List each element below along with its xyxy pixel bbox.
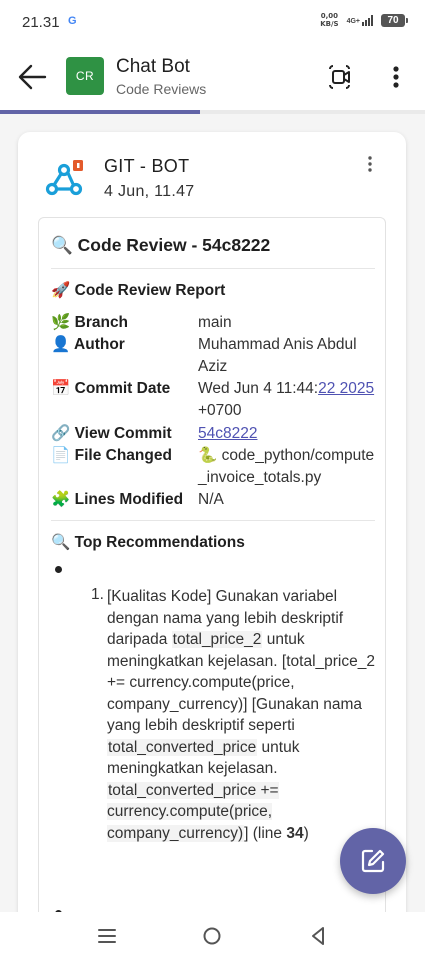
code-review-card: 🔍 Code Review - 54c8222 🚀 Code Review Re… xyxy=(38,217,386,932)
calendar-emoji-icon: 📅 xyxy=(51,380,71,397)
network-speed: 0,00 KB/S xyxy=(320,12,338,28)
report-heading-text: Code Review Report xyxy=(74,282,226,299)
google-icon: G xyxy=(68,15,77,27)
compose-icon xyxy=(361,849,385,873)
back-triangle-icon xyxy=(312,927,324,945)
chat-title[interactable]: Chat Bot xyxy=(116,56,190,78)
commit-date-label: 📅 Commit Date xyxy=(51,379,170,398)
video-call-button[interactable] xyxy=(326,63,356,91)
divider xyxy=(51,268,375,269)
video-call-icon xyxy=(329,65,350,89)
chat-subtitle: Code Reviews xyxy=(116,81,207,97)
line-number: 34 xyxy=(286,824,304,842)
battery-icon: 70 xyxy=(381,13,408,27)
webhook-bot-icon xyxy=(44,160,84,198)
message-card: GIT - BOT 4 Jun, 11.47 🔍 Code Review - 5… xyxy=(18,132,406,932)
lines-modified-label: 🧩 Lines Modified xyxy=(51,490,183,509)
person-emoji-icon: 👤 xyxy=(51,336,71,353)
commit-date-link[interactable]: 22 2025 xyxy=(318,380,374,397)
network-speed-value: 0,00 xyxy=(320,12,339,20)
home-button[interactable] xyxy=(198,922,226,950)
herb-emoji-icon: 🌿 xyxy=(51,314,71,331)
recent-apps-icon xyxy=(98,929,116,943)
inline-code: total_price_2 xyxy=(171,631,263,648)
recent-apps-button[interactable] xyxy=(93,922,121,950)
message-more-button[interactable] xyxy=(362,154,378,174)
recommendation-text: [Kualitas Kode] Gunakan variabel dengan … xyxy=(107,586,375,844)
network-speed-unit: KB/S xyxy=(320,20,339,28)
status-bar: 21.31 G 0,00 KB/S 4G+ 70 xyxy=(0,0,425,44)
message-time: 4 Jun, 11.47 xyxy=(104,183,195,200)
commit-date-value: Wed Jun 4 11:44:22 2025 +0700 xyxy=(198,378,376,422)
commit-date-prefix: Wed Jun 4 11:44: xyxy=(198,380,319,397)
commit-date-suffix: +0700 xyxy=(198,402,242,419)
compose-button[interactable] xyxy=(340,828,406,894)
rec-text-part: ] (line xyxy=(244,824,287,842)
system-nav-bar xyxy=(0,912,425,960)
link-emoji-icon: 🔗 xyxy=(51,425,71,442)
divider xyxy=(51,520,375,521)
more-options-button[interactable] xyxy=(384,62,408,92)
magnifier-emoji-icon: 🔍 xyxy=(51,235,73,255)
more-vertical-icon xyxy=(393,66,399,88)
commit-link[interactable]: 54c8222 xyxy=(198,425,257,442)
recommendations-heading-text: Top Recommendations xyxy=(74,534,245,551)
sender-name: GIT - BOT xyxy=(104,156,190,176)
signal-bars-icon xyxy=(362,14,373,26)
report-heading: 🚀 Code Review Report xyxy=(51,281,225,300)
view-commit-label-text: View Commit xyxy=(74,425,172,442)
rec-text-part: ) xyxy=(303,824,309,842)
branch-value: main xyxy=(198,314,232,331)
branch-label-text: Branch xyxy=(74,314,129,331)
signal-icon: 4G+ xyxy=(346,14,373,26)
more-vertical-icon xyxy=(368,156,372,172)
tab-indicator xyxy=(0,110,425,114)
recommendation-number: 1. xyxy=(91,586,104,603)
file-changed-label-text: File Changed xyxy=(74,447,172,464)
chat-header: CR Chat Bot Code Reviews xyxy=(0,44,425,110)
commit-date-label-text: Commit Date xyxy=(74,380,171,397)
back-button[interactable] xyxy=(16,60,50,94)
avatar[interactable]: CR xyxy=(66,57,104,95)
author-label: 👤 Author xyxy=(51,335,125,354)
status-time: 21.31 xyxy=(22,14,60,31)
status-icons: 0,00 KB/S 4G+ 70 xyxy=(320,12,408,28)
card-title-text: Code Review - 54c8222 xyxy=(77,235,271,255)
lines-modified-value: N/A xyxy=(198,491,224,508)
rocket-emoji-icon: 🚀 xyxy=(51,282,71,299)
file-changed-label: 📄 File Changed xyxy=(51,446,172,465)
view-commit-label: 🔗 View Commit xyxy=(51,424,172,443)
card-title: 🔍 Code Review - 54c8222 xyxy=(51,235,270,256)
lines-modified-label-text: Lines Modified xyxy=(74,491,184,508)
back-arrow-icon xyxy=(18,64,47,90)
recommendations-heading: 🔍 Top Recommendations xyxy=(51,533,245,552)
view-commit-value: 54c8222 xyxy=(198,423,376,445)
bullet-icon xyxy=(55,566,62,573)
back-nav-button[interactable] xyxy=(304,922,332,950)
file-changed-value: 🐍 code_python/compute_invoice_totals.py xyxy=(198,445,376,489)
tab-indicator-fill xyxy=(0,110,200,114)
puzzle-emoji-icon: 🧩 xyxy=(51,491,71,508)
snake-emoji-icon: 🐍 xyxy=(198,447,218,464)
inline-code: total_converted_price xyxy=(107,738,258,756)
branch-label: 🌿 Branch xyxy=(51,313,128,332)
document-emoji-icon: 📄 xyxy=(51,447,71,464)
author-value: Muhammad Anis Abdul Aziz xyxy=(198,336,357,375)
magnifier-emoji-icon: 🔍 xyxy=(51,534,71,551)
network-type: 4G+ xyxy=(346,17,360,25)
home-icon xyxy=(203,927,221,945)
author-label-text: Author xyxy=(74,336,125,353)
file-path: code_python/compute_invoice_totals.py xyxy=(198,447,375,486)
